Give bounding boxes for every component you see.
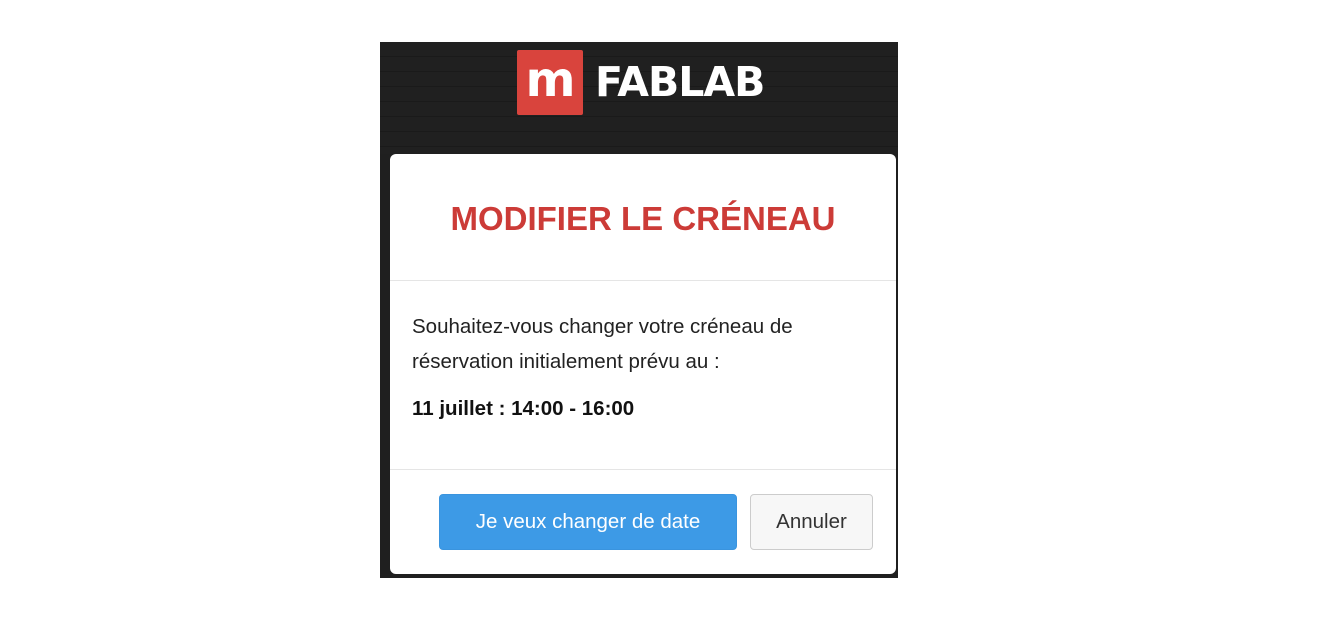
logo-text: FABLAB (595, 58, 765, 106)
dialog-title: MODIFIER LE CRÉNEAU (450, 200, 836, 237)
cancel-button[interactable]: Annuler (750, 494, 873, 550)
app-frame: m FABLAB MODIFIER LE CRÉNEAU Souhaitez-v… (380, 42, 898, 578)
change-date-button[interactable]: Je veux changer de date (439, 494, 737, 550)
logo-mark-icon: m (517, 50, 583, 115)
dialog-header: MODIFIER LE CRÉNEAU (390, 154, 896, 281)
dialog-footer: Je veux changer de date Annuler (390, 470, 896, 574)
dialog-message: Souhaitez-vous changer votre créneau de … (412, 309, 874, 379)
dialog-message-line2: réservation initialement prévu au : (412, 350, 720, 373)
modify-slot-dialog: MODIFIER LE CRÉNEAU Souhaitez-vous chang… (390, 154, 896, 574)
dialog-body: Souhaitez-vous changer votre créneau de … (390, 281, 896, 470)
reservation-slot: 11 juillet : 14:00 - 16:00 (412, 397, 635, 420)
fablab-logo[interactable]: m FABLAB (517, 50, 765, 115)
top-bar: m FABLAB (380, 42, 898, 154)
dialog-message-line1: Souhaitez-vous changer votre créneau de (412, 315, 793, 338)
